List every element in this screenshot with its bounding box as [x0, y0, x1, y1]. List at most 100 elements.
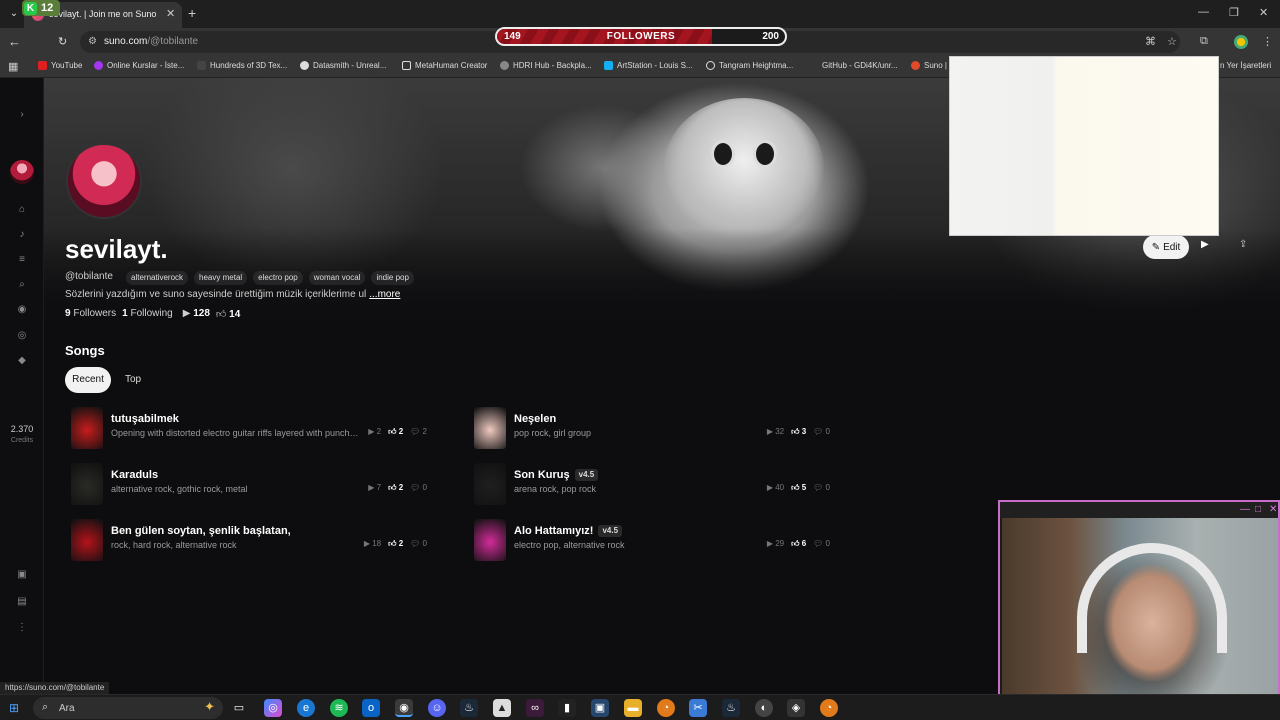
home-icon[interactable]: ⌂: [15, 204, 29, 215]
new-tab-icon[interactable]: +: [188, 5, 196, 21]
profile-tag[interactable]: electro pop: [253, 271, 303, 285]
url-text[interactable]: suno.com/@tobilante: [104, 36, 198, 47]
profile-handle[interactable]: @tobilante: [65, 271, 113, 282]
unity-icon[interactable]: ◈: [787, 699, 805, 717]
song-item[interactable]: Alo Hattamıyız! v4.5 electro pop, alterna…: [474, 519, 834, 563]
restore-icon[interactable]: ❐: [1229, 6, 1239, 19]
edge-icon[interactable]: e: [297, 699, 315, 717]
obs-icon[interactable]: ◐: [755, 699, 773, 717]
bookmark-datasmith[interactable]: Datasmith - Unreal...: [300, 61, 386, 70]
radio-icon[interactable]: ◉: [15, 304, 29, 315]
bookmark-youtube[interactable]: YouTube: [38, 61, 82, 70]
song-item[interactable]: Karaduls alternative rock, gothic rock, …: [71, 463, 431, 507]
bookmark-online-kurslar[interactable]: Online Kurslar - İste...: [94, 61, 184, 70]
notifications-icon[interactable]: ◆: [15, 355, 29, 366]
browser-menu-icon[interactable]: ⋮: [1262, 35, 1273, 48]
extension-badge[interactable]: K 12: [22, 0, 60, 16]
tab-recent[interactable]: Recent: [65, 367, 111, 393]
tab-top[interactable]: Top: [117, 367, 149, 393]
song-cover[interactable]: [474, 519, 506, 561]
copilot-icon[interactable]: ◎: [264, 699, 282, 717]
tab-search-icon[interactable]: ⌄: [6, 6, 22, 22]
create-icon[interactable]: ♪: [15, 229, 29, 240]
reload-icon[interactable]: ↻: [58, 35, 67, 48]
visual-studio-icon[interactable]: ∞: [526, 699, 544, 717]
tab-close-icon[interactable]: ✕: [166, 7, 175, 20]
profile-tag[interactable]: indie pop: [371, 271, 414, 285]
apps-grid-icon[interactable]: ▦: [8, 60, 18, 73]
minimize-icon[interactable]: —: [1198, 6, 1209, 18]
share-icon[interactable]: ⇪: [1239, 239, 1247, 250]
webcam-maximize-icon[interactable]: □: [1255, 504, 1261, 515]
bookmark-hdri-hub[interactable]: HDRI Hub - Backpla...: [500, 61, 592, 70]
song-title[interactable]: Alo Hattamıyız! v4.5: [514, 525, 623, 538]
search-icon[interactable]: ⌕: [15, 279, 29, 290]
taskbar-search[interactable]: ⌕ Ara ✦: [33, 697, 223, 719]
library-icon[interactable]: ≡: [15, 254, 29, 265]
windows-start-icon[interactable]: ⊞: [9, 701, 19, 715]
song-cover[interactable]: [474, 463, 506, 505]
bookmark-metahuman[interactable]: MetaHuman Creator: [402, 61, 487, 70]
photos-icon[interactable]: ▣: [591, 699, 609, 717]
task-view-icon[interactable]: ▭: [230, 699, 248, 717]
profile-tag[interactable]: alternativerock: [126, 271, 189, 285]
song-title[interactable]: Neşelen: [514, 413, 556, 425]
song-title[interactable]: Ben gülen soytan, şenlik başlatan,: [111, 525, 291, 537]
chrome-icon[interactable]: ◉: [395, 699, 413, 717]
expand-sidebar-icon[interactable]: ›: [15, 109, 29, 120]
steam-icon[interactable]: ♨: [460, 699, 478, 717]
file-explorer-icon[interactable]: ▬: [624, 699, 642, 717]
song-cover[interactable]: [71, 519, 103, 561]
blender-icon[interactable]: ◔: [657, 699, 675, 717]
song-title[interactable]: Karaduls: [111, 469, 158, 481]
bio-more-link[interactable]: ...more: [369, 289, 400, 300]
song-cover[interactable]: [71, 407, 103, 449]
edit-profile-button[interactable]: ✎ Edit: [1143, 235, 1189, 259]
steam-alt-icon[interactable]: ♨: [722, 699, 740, 717]
song-title[interactable]: Son Kuruş v4.5: [514, 469, 599, 482]
profile-avatar[interactable]: [66, 143, 142, 219]
webcam-window: — □ ✕: [998, 500, 1280, 718]
followers-link[interactable]: 9 Followers: [65, 308, 116, 320]
youtube-icon: [38, 61, 47, 70]
song-item[interactable]: Son Kuruş v4.5 arena rock, pop rock ▶ 40 👍…: [474, 463, 834, 507]
song-cover[interactable]: [474, 407, 506, 449]
bookmark-star-icon[interactable]: ☆: [1167, 35, 1177, 48]
bookmark-artstation[interactable]: ArtStation - Louis S...: [604, 61, 693, 70]
bookmark-github[interactable]: GitHub - GDi4K/unr...: [822, 61, 898, 70]
snipping-icon[interactable]: ✂: [689, 699, 707, 717]
user-avatar[interactable]: [10, 160, 34, 184]
other-bookmarks[interactable]: n Yer İşaretleri: [1220, 61, 1271, 70]
translate-icon[interactable]: ⌘: [1145, 35, 1156, 48]
gift-icon[interactable]: ▣: [15, 569, 29, 580]
blender-alt-icon[interactable]: ◔: [820, 699, 838, 717]
webcam-minimize-icon[interactable]: —: [1240, 504, 1250, 515]
song-item[interactable]: tutuşabilmek Opening with distorted elec…: [71, 407, 431, 451]
bookmark-tangram[interactable]: Tangram Heightma...: [706, 61, 793, 70]
document-icon[interactable]: ▤: [15, 596, 29, 607]
webcam-close-icon[interactable]: ✕: [1269, 504, 1277, 515]
explore-icon[interactable]: ◎: [15, 330, 29, 341]
more-icon[interactable]: ⋮: [15, 622, 29, 633]
song-item[interactable]: Ben gülen soytan, şenlik başlatan, rock,…: [71, 519, 431, 563]
extensions-icon[interactable]: ⧉: [1200, 35, 1208, 48]
window-close-icon[interactable]: ✕: [1259, 6, 1268, 19]
song-title[interactable]: tutuşabilmek: [111, 413, 179, 425]
bookmark-3d-textures[interactable]: Hundreds of 3D Tex...: [197, 61, 287, 70]
song-cover[interactable]: [71, 463, 103, 505]
outlook-icon[interactable]: o: [362, 699, 380, 717]
site-info-icon[interactable]: ⚙: [88, 36, 97, 47]
bookmark-suno[interactable]: Suno |: [911, 61, 947, 70]
inkscape-icon[interactable]: ▲: [493, 699, 511, 717]
back-icon[interactable]: ←: [8, 34, 21, 49]
profile-tag[interactable]: woman vocal: [308, 271, 366, 285]
discord-icon[interactable]: ☺: [428, 699, 446, 717]
following-link[interactable]: 1 Following: [122, 308, 173, 320]
notepad-icon[interactable]: ▮: [558, 699, 576, 717]
browser-profile-avatar[interactable]: [1234, 35, 1248, 49]
spotify-icon[interactable]: ≋: [330, 699, 348, 717]
tab-title: sevilayt. | Join me on Suno: [49, 9, 157, 19]
profile-tag[interactable]: heavy metal: [194, 271, 248, 285]
play-all-icon[interactable]: ▶: [1201, 239, 1209, 250]
song-item[interactable]: Neşelen pop rock, girl group ▶ 32 👍︎ 3 💬︎ …: [474, 407, 834, 451]
